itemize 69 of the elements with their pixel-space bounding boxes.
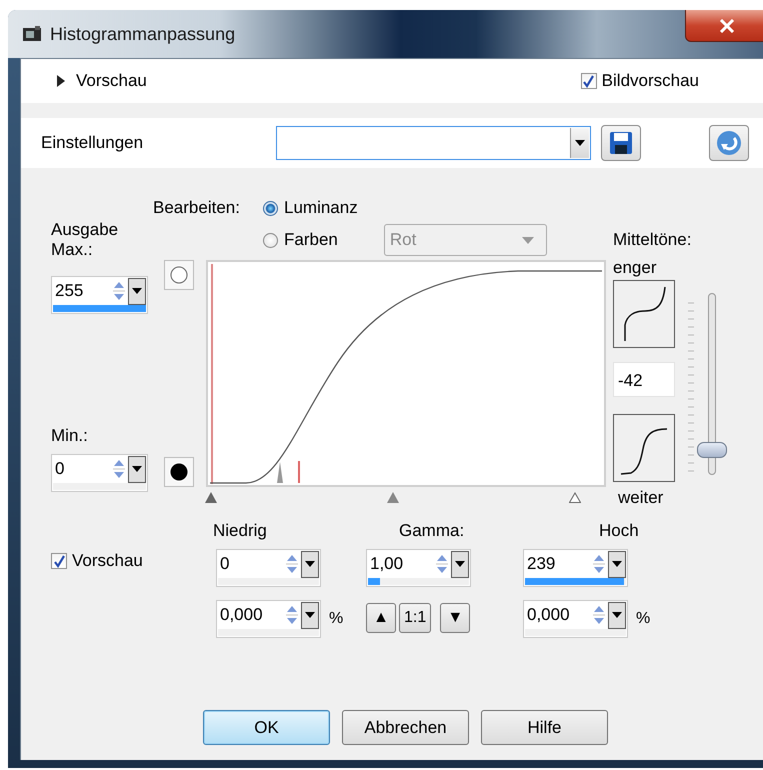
window-title: Histogrammanpassung [50, 24, 236, 44]
wider-curve-button[interactable] [613, 414, 675, 482]
radio-dot[interactable] [263, 232, 278, 248]
dropdown-button[interactable] [128, 456, 146, 482]
dropdown-button[interactable] [128, 278, 146, 304]
settings-dropdown[interactable] [276, 126, 591, 160]
number-field[interactable]: 239 [523, 549, 628, 587]
triangle-handle[interactable] [569, 492, 581, 502]
checkbox[interactable] [51, 553, 67, 569]
program-icon [22, 25, 42, 43]
caret-icon [612, 561, 622, 567]
caret-icon [305, 612, 315, 618]
field-label: Hoch [599, 521, 639, 541]
number-field[interactable]: 0 [216, 549, 321, 587]
dropdown-button[interactable] [608, 602, 626, 628]
caret-icon [305, 561, 315, 567]
caret-icon [612, 612, 622, 618]
output-min-label: Min.: [51, 426, 88, 446]
unit-label: % [329, 610, 344, 628]
dropdown-button[interactable] [301, 602, 319, 628]
dialog-button[interactable]: OK [203, 710, 330, 745]
midtones-label: Mitteltöne: [613, 230, 692, 250]
close-button[interactable] [685, 10, 763, 42]
unit-label: % [636, 610, 650, 628]
midtones-value-field[interactable]: -42 [613, 362, 675, 397]
checkbox-label: Bildvorschau [602, 71, 699, 91]
caret-icon [132, 466, 142, 472]
settings-label: Einstellungen [41, 133, 144, 153]
slider-track[interactable] [708, 293, 716, 475]
preview-toggle[interactable]: Vorschau [56, 71, 147, 91]
caret-icon [575, 140, 585, 146]
triangle-handle[interactable] [387, 492, 399, 502]
narrower-label: enger [613, 258, 658, 279]
close-icon [719, 18, 735, 32]
gamma-step-button[interactable]: 1:1 [399, 603, 432, 633]
radio-dot[interactable] [263, 200, 278, 216]
caret-icon [522, 236, 534, 244]
gamma-step-button[interactable]: ▼ [440, 603, 470, 633]
wider-label: weiter [617, 488, 664, 508]
triangle-handle[interactable] [205, 492, 217, 502]
slider-thumb[interactable] [697, 442, 727, 458]
radio-option[interactable]: Farben [263, 230, 338, 250]
circle-icon [170, 266, 188, 284]
expander-arrow-icon [56, 75, 66, 87]
number-field[interactable]: 0,000 [216, 600, 321, 638]
number-field[interactable]: 1,00 [366, 549, 471, 587]
output-max-label: Ausgabe Max.: [51, 220, 120, 260]
point-picker-button[interactable] [164, 457, 194, 487]
dialog-button[interactable]: Abbrechen [342, 710, 469, 745]
number-field[interactable]: 0 [51, 454, 148, 492]
number-field[interactable]: 255 [51, 276, 148, 314]
checkbox[interactable] [580, 73, 597, 89]
dialog-button[interactable]: Hilfe [481, 710, 608, 745]
dropdown-button[interactable] [301, 550, 319, 578]
field-label: Niedrig [213, 521, 267, 541]
dropdown-button[interactable] [451, 550, 469, 578]
checkbox-label: Vorschau [72, 551, 143, 571]
reset-button[interactable] [709, 125, 749, 161]
save-button[interactable] [601, 125, 641, 161]
field-label: Gamma: [399, 521, 464, 541]
number-field[interactable]: 0,000 [523, 600, 628, 638]
gamma-step-button[interactable]: ▲ [366, 603, 396, 633]
caret-icon [455, 561, 465, 567]
caret-icon [132, 288, 142, 294]
edit-label: Bearbeiten: [153, 198, 241, 218]
narrower-curve-button[interactable] [613, 280, 675, 348]
dropdown-button[interactable] [608, 550, 626, 578]
filled-circle-icon [170, 463, 188, 481]
radio-option[interactable]: Luminanz [263, 198, 358, 218]
